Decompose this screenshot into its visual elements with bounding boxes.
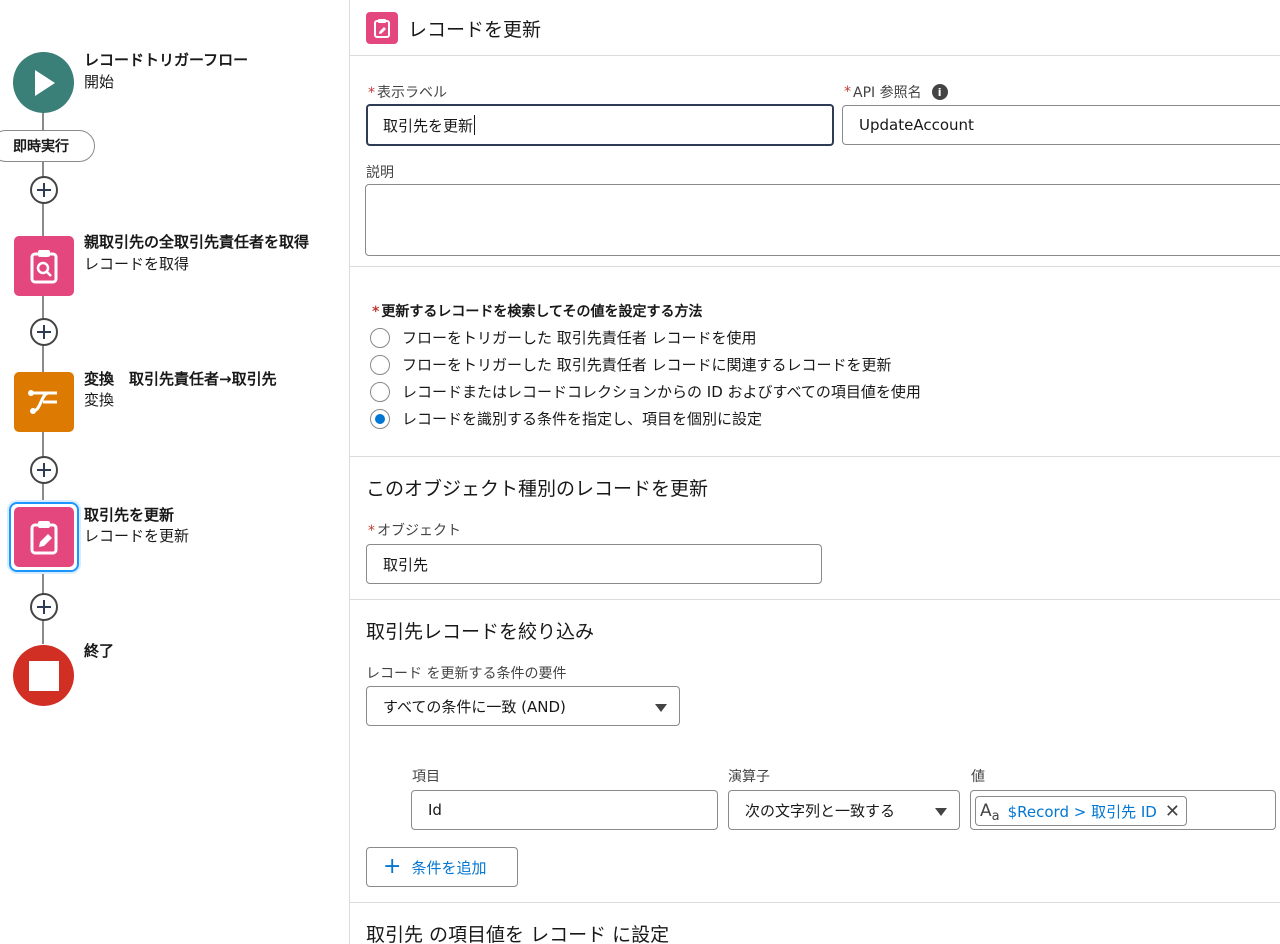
add-element-button[interactable] <box>30 318 58 346</box>
get-records-node-title: 親取引先の全取引先責任者を取得 <box>84 233 310 251</box>
connector-line <box>42 112 44 132</box>
add-element-button[interactable] <box>30 456 58 484</box>
filter-section-title: 取引先レコードを絞り込み <box>366 621 595 643</box>
add-element-button[interactable] <box>30 176 58 204</box>
object-input[interactable]: 取引先 <box>366 544 822 584</box>
properties-panel: レコードを更新 * 表示ラベル 取引先を更新 * API 参照名 i UpdateA… <box>350 0 1280 944</box>
object-label: * オブジェクト <box>368 523 461 539</box>
description-textarea[interactable] <box>365 184 1280 256</box>
requirement-label: レコード を更新する条件の要件 <box>366 666 567 682</box>
method-option-2[interactable]: フローをトリガーした 取引先責任者 レコードに関連するレコードを更新 <box>370 354 892 375</box>
plus-icon: + <box>383 854 402 879</box>
requirement-select[interactable]: すべての条件に一致 (AND) <box>366 686 680 726</box>
add-element-button[interactable] <box>30 593 58 621</box>
api-name-label: * API 参照名 i <box>844 82 948 102</box>
flow-canvas: レコードトリガーフロー 開始 即時実行 親取引先の全取引先責任者を取得 レコード… <box>0 0 350 944</box>
method-option-4[interactable]: レコードを識別する条件を指定し、項目を個別に設定 <box>370 408 762 429</box>
start-node[interactable] <box>13 52 74 113</box>
get-records-node-subtitle: レコードを取得 <box>84 255 190 273</box>
start-node-title: レコードトリガーフロー <box>84 51 249 69</box>
description-label: 説明 <box>366 165 394 181</box>
transform-node-title: 変換 取引先責任者→取引先 <box>84 370 277 388</box>
add-condition-button[interactable]: + 条件を追加 <box>366 847 518 887</box>
divider <box>350 456 1280 457</box>
transform-node-subtitle: 変換 <box>84 391 115 409</box>
panel-title: レコードを更新 <box>408 19 542 41</box>
update-records-node[interactable] <box>14 507 74 567</box>
transform-icon <box>28 390 57 414</box>
clipboard-edit-icon <box>366 12 398 44</box>
transform-node[interactable] <box>14 372 74 432</box>
method-option-3[interactable]: レコードまたはレコードコレクションからの ID およびすべての項目値を使用 <box>370 381 921 402</box>
chevron-down-icon <box>935 808 947 816</box>
radio-button[interactable] <box>370 327 390 348</box>
value-column-label: 値 <box>971 769 985 785</box>
run-immediately-pill[interactable]: 即時実行 <box>0 130 95 162</box>
start-node-subtitle: 開始 <box>84 73 115 91</box>
clipboard-edit-icon <box>30 521 58 555</box>
get-records-node[interactable] <box>14 236 74 296</box>
condition-operator-select[interactable]: 次の文字列と一致する <box>728 790 960 830</box>
radio-button-selected[interactable] <box>370 408 390 429</box>
value-resource-pill[interactable]: Aa $Record > 取引先 ID ✕ <box>975 796 1187 826</box>
update-records-node-title: 取引先を更新 <box>84 506 175 524</box>
clipboard-search-icon <box>30 250 58 284</box>
divider <box>350 266 1280 267</box>
info-icon[interactable]: i <box>931 84 948 100</box>
divider <box>350 599 1280 600</box>
method-option-1[interactable]: フローをトリガーした 取引先責任者 レコードを使用 <box>370 327 757 348</box>
display-label-label: * 表示ラベル <box>368 85 447 101</box>
stop-icon <box>28 660 59 691</box>
display-label-input[interactable]: 取引先を更新 <box>366 104 834 146</box>
field-column-label: 項目 <box>412 769 440 785</box>
operator-column-label: 演算子 <box>728 769 770 785</box>
close-icon[interactable]: ✕ <box>1165 801 1180 822</box>
radio-button[interactable] <box>370 354 390 375</box>
divider <box>350 902 1280 903</box>
condition-field-input[interactable]: Id <box>411 790 718 830</box>
panel-header: レコードを更新 <box>350 0 1280 56</box>
play-icon <box>34 69 55 96</box>
method-label: * 更新するレコードを検索してその値を設定する方法 <box>372 304 703 320</box>
end-node[interactable] <box>13 645 74 706</box>
text-cursor <box>474 115 476 135</box>
radio-button[interactable] <box>370 381 390 402</box>
object-section-title: このオブジェクト種別のレコードを更新 <box>366 478 709 500</box>
condition-value-input[interactable]: Aa $Record > 取引先 ID ✕ <box>970 790 1276 830</box>
set-values-section-title: 取引先 の項目値を レコード に設定 <box>366 924 670 944</box>
chevron-down-icon <box>655 704 667 712</box>
update-records-node-subtitle: レコードを更新 <box>84 527 190 545</box>
api-name-input[interactable]: UpdateAccount <box>842 105 1280 145</box>
end-node-title: 終了 <box>84 642 115 660</box>
text-type-icon: Aa <box>980 801 1000 824</box>
